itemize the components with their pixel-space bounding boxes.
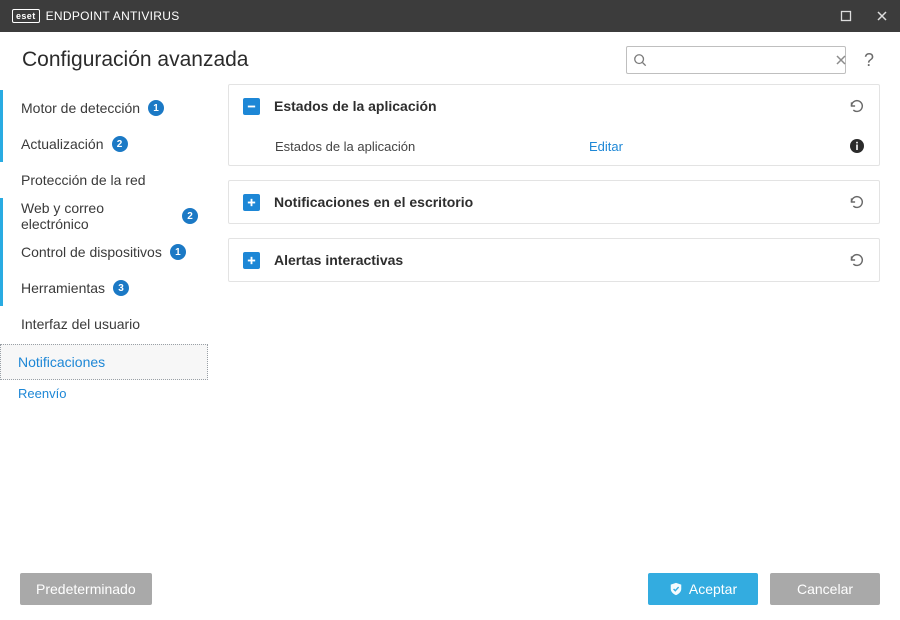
sidebar: Motor de detección 1 Actualización 2 Pro…: [0, 84, 218, 554]
button-label: Aceptar: [689, 581, 737, 597]
panel-title: Notificaciones en el escritorio: [274, 194, 833, 210]
button-label: Predeterminado: [36, 581, 136, 597]
undo-icon[interactable]: [847, 251, 865, 269]
brand-name: ENDPOINT ANTIVIRUS: [46, 9, 180, 23]
edit-link[interactable]: Editar: [589, 139, 623, 154]
maximize-button[interactable]: [836, 6, 856, 26]
collapse-icon[interactable]: [243, 98, 260, 115]
panel-row: Estados de la aplicación Editar: [229, 127, 879, 165]
panel-header[interactable]: Alertas interactivas: [229, 239, 879, 281]
sidebar-item-ui[interactable]: Interfaz del usuario: [0, 306, 208, 342]
panel-interactive-alerts: Alertas interactivas: [228, 238, 880, 282]
badge: 2: [182, 208, 198, 224]
cancel-button[interactable]: Cancelar: [770, 573, 880, 605]
search-box[interactable]: [626, 46, 846, 74]
row-label: Estados de la aplicación: [275, 139, 575, 154]
clear-search-icon[interactable]: [835, 54, 847, 66]
panel-desktop-notifications: Notificaciones en el escritorio: [228, 180, 880, 224]
content: Estados de la aplicación Estados de la a…: [218, 84, 900, 554]
sidebar-item-notifications[interactable]: Notificaciones: [0, 344, 208, 380]
undo-icon[interactable]: [847, 193, 865, 211]
sidebar-item-device-control[interactable]: Control de dispositivos 1: [0, 234, 208, 270]
sidebar-item-detection-engine[interactable]: Motor de detección 1: [0, 90, 208, 126]
header: Configuración avanzada ?: [0, 32, 900, 84]
panel-header[interactable]: Estados de la aplicación: [229, 85, 879, 127]
expand-icon[interactable]: [243, 194, 260, 211]
badge: 2: [112, 136, 128, 152]
sidebar-item-label: Interfaz del usuario: [21, 316, 140, 332]
badge: 1: [148, 100, 164, 116]
badge: 1: [170, 244, 186, 260]
info-icon[interactable]: [849, 138, 865, 154]
expand-icon[interactable]: [243, 252, 260, 269]
brand: eset ENDPOINT ANTIVIRUS: [12, 9, 180, 23]
panel-title: Alertas interactivas: [274, 252, 833, 268]
panel-header[interactable]: Notificaciones en el escritorio: [229, 181, 879, 223]
window-controls: [836, 6, 892, 26]
default-button[interactable]: Predeterminado: [20, 573, 152, 605]
brand-box: eset: [12, 9, 40, 23]
search-input[interactable]: [647, 53, 835, 68]
help-button[interactable]: ?: [858, 50, 880, 71]
button-label: Cancelar: [797, 581, 853, 597]
shield-check-icon: [669, 582, 683, 596]
title-bar: eset ENDPOINT ANTIVIRUS: [0, 0, 900, 32]
badge: 3: [113, 280, 129, 296]
panel-title: Estados de la aplicación: [274, 98, 833, 114]
search-icon: [633, 53, 647, 67]
sidebar-subitem-forwarding[interactable]: Reenvío: [0, 380, 208, 406]
sidebar-item-label: Motor de detección: [21, 100, 140, 116]
sidebar-item-label: Protección de la red: [21, 172, 146, 188]
sidebar-item-label: Control de dispositivos: [21, 244, 162, 260]
sidebar-item-web-email[interactable]: Web y correo electrónico 2: [0, 198, 208, 234]
sidebar-item-label: Reenvío: [18, 386, 66, 401]
sidebar-item-network-protection[interactable]: Protección de la red: [0, 162, 208, 198]
page-title: Configuración avanzada: [22, 48, 249, 72]
sidebar-item-label: Notificaciones: [18, 354, 105, 370]
sidebar-item-label: Herramientas: [21, 280, 105, 296]
panel-app-statuses: Estados de la aplicación Estados de la a…: [228, 84, 880, 166]
close-button[interactable]: [872, 6, 892, 26]
sidebar-item-tools[interactable]: Herramientas 3: [0, 270, 208, 306]
sidebar-item-label: Web y correo electrónico: [21, 200, 174, 232]
sidebar-item-label: Actualización: [21, 136, 104, 152]
sidebar-item-update[interactable]: Actualización 2: [0, 126, 208, 162]
footer: Predeterminado Aceptar Cancelar: [0, 558, 900, 620]
accept-button[interactable]: Aceptar: [648, 573, 758, 605]
undo-icon[interactable]: [847, 97, 865, 115]
